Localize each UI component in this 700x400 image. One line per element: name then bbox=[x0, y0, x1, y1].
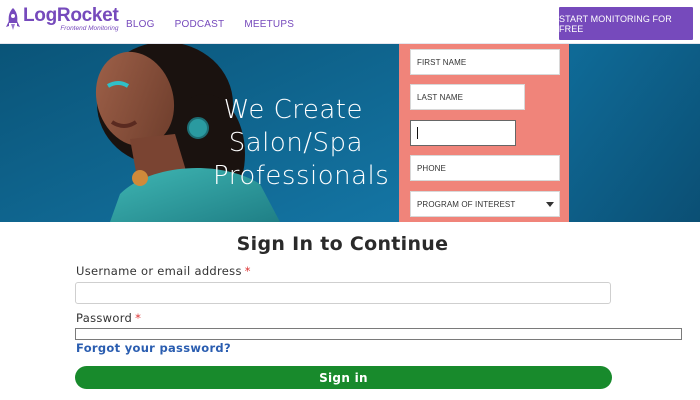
program-select[interactable]: PROGRAM OF INTEREST bbox=[410, 191, 560, 217]
first-name-placeholder: FIRST NAME bbox=[417, 57, 467, 67]
last-name-placeholder: LAST NAME bbox=[417, 92, 464, 102]
logo-tagline: Frontend Monitoring bbox=[60, 25, 119, 32]
required-mark: * bbox=[135, 311, 142, 325]
text-cursor bbox=[417, 127, 418, 139]
password-input[interactable] bbox=[75, 328, 682, 340]
password-label: Password * bbox=[76, 311, 141, 325]
username-label-text: Username or email address bbox=[76, 264, 242, 278]
start-monitoring-button[interactable]: START MONITORING FOR FREE bbox=[559, 7, 693, 40]
rocket-icon bbox=[6, 8, 20, 30]
first-name-field[interactable]: FIRST NAME bbox=[410, 49, 560, 75]
hero-headline: We Create Salon/Spa Professionals bbox=[213, 94, 390, 193]
chevron-down-icon bbox=[546, 202, 554, 207]
username-input[interactable] bbox=[75, 282, 611, 304]
main-nav: BLOG PODCAST MEETUPS bbox=[126, 19, 294, 30]
required-mark: * bbox=[244, 264, 251, 278]
hero-headline-line: Professionals bbox=[213, 161, 390, 191]
phone-placeholder: PHONE bbox=[417, 163, 446, 173]
nav-link-meetups[interactable]: MEETUPS bbox=[244, 19, 294, 30]
hero-headline-line: Salon/Spa bbox=[228, 128, 363, 158]
signin-title: Sign In to Continue bbox=[236, 233, 449, 255]
nav-link-blog[interactable]: BLOG bbox=[126, 19, 155, 30]
lead-form: FIRST NAME LAST NAME PHONE PROGRAM OF IN… bbox=[399, 44, 569, 222]
logo-name: LogRocket bbox=[23, 5, 119, 26]
logrocket-logo[interactable]: LogRocket Frontend Monitoring bbox=[6, 5, 119, 38]
username-label: Username or email address * bbox=[76, 264, 251, 278]
sign-in-button[interactable]: Sign in bbox=[75, 366, 612, 389]
last-name-field[interactable]: LAST NAME bbox=[410, 84, 525, 110]
top-nav-bar: LogRocket Frontend Monitoring BLOG PODCA… bbox=[0, 0, 700, 44]
hero-headline-line: We Create bbox=[223, 95, 363, 125]
forgot-password-link[interactable]: Forgot your password? bbox=[76, 341, 231, 355]
nav-link-podcast[interactable]: PODCAST bbox=[175, 19, 225, 30]
hero-banner: We Create Salon/Spa Professionals FIRST … bbox=[0, 44, 700, 222]
password-label-text: Password bbox=[76, 311, 133, 325]
program-placeholder: PROGRAM OF INTEREST bbox=[417, 199, 516, 209]
page: LogRocket Frontend Monitoring BLOG PODCA… bbox=[0, 0, 700, 400]
email-field[interactable] bbox=[410, 120, 516, 146]
phone-field[interactable]: PHONE bbox=[410, 155, 560, 181]
